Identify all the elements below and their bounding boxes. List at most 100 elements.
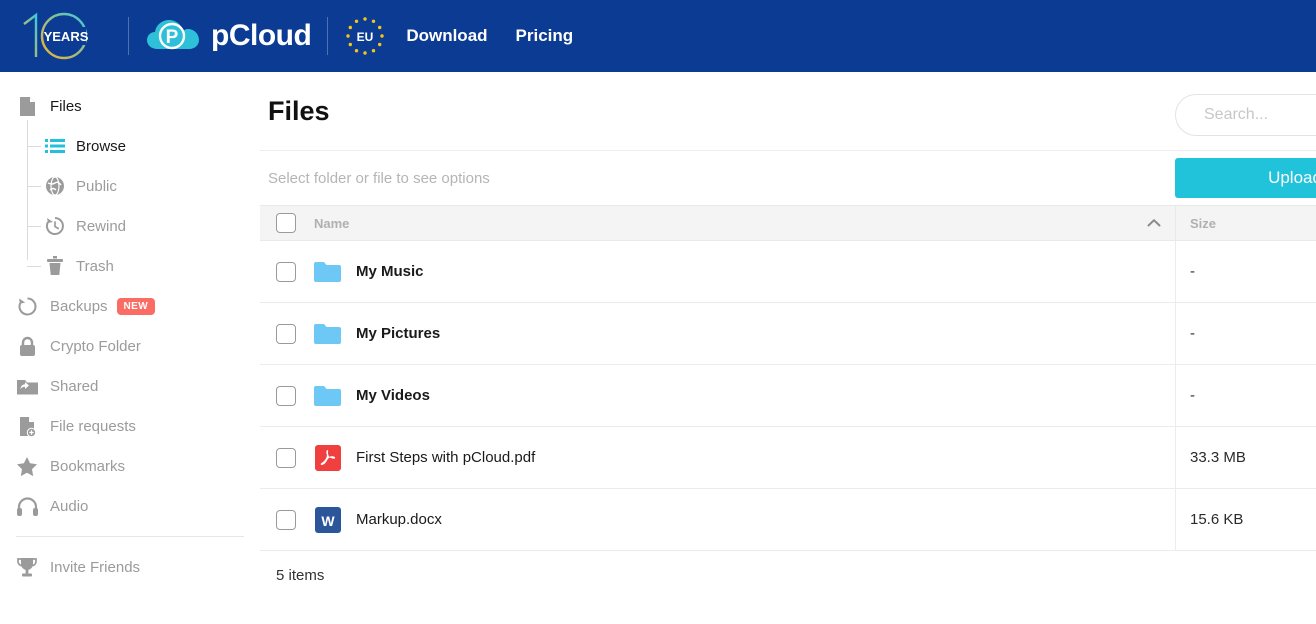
eu-stars-icon: EU — [344, 15, 386, 57]
sidebar: Files Browse — [0, 72, 260, 624]
row-size-cell: 15.6 KB — [1175, 489, 1316, 550]
sidebar-item-label: Files — [50, 98, 82, 115]
row-file-name: My Videos — [356, 387, 430, 404]
sidebar-item-label: Crypto Folder — [50, 338, 141, 355]
status-badge-new: NEW — [117, 298, 156, 315]
sidebar-item-shared[interactable]: Shared — [0, 366, 260, 406]
anniversary-ring-icon: YEARS — [16, 10, 112, 62]
sidebar-item-label: Public — [76, 178, 117, 195]
clock-rewind-icon — [44, 215, 66, 237]
select-all-checkbox[interactable] — [276, 213, 296, 233]
folder-icon — [314, 258, 341, 285]
list-icon — [44, 135, 66, 157]
table-row[interactable]: My Videos - — [260, 365, 1316, 427]
nav-link-pricing[interactable]: Pricing — [516, 26, 574, 46]
pcloud-cloud-logo: P — [145, 15, 201, 57]
pcloud-p-letter: P — [166, 27, 179, 48]
page-title: Files — [268, 96, 330, 127]
sidebar-item-rewind[interactable]: Rewind — [0, 206, 260, 246]
row-file-name: Markup.docx — [356, 511, 442, 528]
star-icon — [16, 455, 38, 477]
row-file-name: First Steps with pCloud.pdf — [356, 449, 535, 466]
svg-text:W: W — [321, 513, 335, 529]
file-plus-icon — [16, 415, 38, 437]
sidebar-item-label: Audio — [50, 498, 88, 515]
sidebar-item-crypto-folder[interactable]: Crypto Folder — [0, 326, 260, 366]
tree-branch — [27, 226, 41, 227]
selection-hint: Select folder or file to see options — [268, 170, 490, 187]
sidebar-item-label: Bookmarks — [50, 458, 125, 475]
nav-divider-1 — [128, 17, 129, 55]
table-row[interactable]: My Pictures - — [260, 303, 1316, 365]
row-size-cell: - — [1175, 241, 1316, 302]
column-label: Name — [314, 216, 349, 231]
table-row[interactable]: First Steps with pCloud.pdf 33.3 MB — [260, 427, 1316, 489]
row-checkbox[interactable] — [276, 510, 296, 530]
main-header: Files — [260, 72, 1316, 150]
sidebar-item-browse[interactable]: Browse — [0, 126, 260, 166]
search-box[interactable] — [1175, 94, 1316, 136]
search-input[interactable] — [1204, 106, 1316, 124]
nav-divider-2 — [327, 17, 328, 55]
nav-link-download[interactable]: Download — [406, 26, 487, 46]
table-header-row: Name Size — [260, 205, 1316, 241]
table-row[interactable]: My Music - — [260, 241, 1316, 303]
pcloud-brand[interactable]: P pCloud — [145, 15, 311, 57]
anniversary-years-text: YEARS — [44, 29, 89, 44]
row-file-name: My Music — [356, 263, 424, 280]
row-name-cell: My Videos — [260, 365, 1175, 426]
row-checkbox[interactable] — [276, 448, 296, 468]
sidebar-item-label: File requests — [50, 418, 136, 435]
sidebar-item-trash[interactable]: Trash — [0, 246, 260, 286]
action-bar: Select folder or file to see options Upl… — [260, 151, 1316, 205]
sidebar-item-label: Backups — [50, 298, 108, 315]
chevron-up-icon[interactable] — [1147, 218, 1161, 228]
row-name-cell: My Music — [260, 241, 1175, 302]
lock-icon — [16, 335, 38, 357]
row-size-cell: 33.3 MB — [1175, 427, 1316, 488]
row-file-name: My Pictures — [356, 325, 440, 342]
row-checkbox[interactable] — [276, 262, 296, 282]
row-name-cell: My Pictures — [260, 303, 1175, 364]
sidebar-item-file-requests[interactable]: File requests — [0, 406, 260, 446]
column-header-size[interactable]: Size — [1175, 206, 1316, 240]
headphones-icon — [16, 495, 38, 517]
item-count-label: 5 items — [260, 551, 1316, 584]
sidebar-item-invite-friends[interactable]: Invite Friends — [0, 547, 260, 587]
row-name-cell: W Markup.docx — [260, 489, 1175, 550]
sidebar-divider — [16, 536, 244, 537]
file-icon — [16, 95, 38, 117]
folder-icon — [314, 320, 341, 347]
sidebar-item-bookmarks[interactable]: Bookmarks — [0, 446, 260, 486]
main-content: Files Select folder or file to see optio… — [260, 72, 1316, 624]
shared-folder-icon — [16, 375, 38, 397]
column-header-name[interactable]: Name — [260, 213, 1175, 233]
backup-rotate-icon — [16, 295, 38, 317]
trash-icon — [44, 255, 66, 277]
sidebar-item-label: Browse — [76, 138, 126, 155]
tree-branch — [27, 266, 41, 267]
sidebar-item-label: Rewind — [76, 218, 126, 235]
file-table: Name Size My — [260, 205, 1316, 551]
row-size-cell: - — [1175, 303, 1316, 364]
globe-icon — [44, 175, 66, 197]
row-name-cell: First Steps with pCloud.pdf — [260, 427, 1175, 488]
row-checkbox[interactable] — [276, 324, 296, 344]
sidebar-item-label: Shared — [50, 378, 98, 395]
sidebar-item-audio[interactable]: Audio — [0, 486, 260, 526]
trophy-icon — [16, 556, 38, 578]
upload-button[interactable]: Upload — [1175, 158, 1316, 198]
sidebar-item-backups[interactable]: Backups NEW — [0, 286, 260, 326]
row-checkbox[interactable] — [276, 386, 296, 406]
folder-icon — [314, 382, 341, 409]
top-navigation-bar: YEARS P pCloud EU Download Pricing — [0, 0, 1316, 72]
sidebar-item-files[interactable]: Files — [0, 86, 260, 126]
sidebar-item-public[interactable]: Public — [0, 166, 260, 206]
pdf-file-icon — [314, 444, 341, 471]
column-label: Size — [1190, 216, 1216, 231]
sidebar-item-label: Invite Friends — [50, 559, 140, 576]
brand-name: pCloud — [211, 19, 311, 53]
table-row[interactable]: W Markup.docx 15.6 KB — [260, 489, 1316, 551]
sidebar-item-label: Trash — [76, 258, 114, 275]
eu-label: EU — [357, 30, 374, 44]
